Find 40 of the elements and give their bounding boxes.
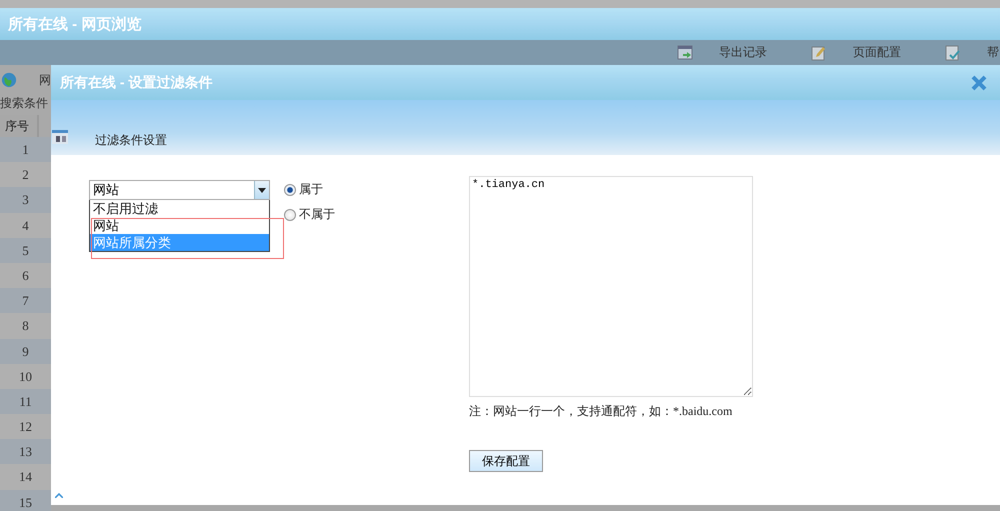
radio-label[interactable]: 不属于 bbox=[299, 206, 335, 223]
sites-textarea[interactable]: *.tianya.cn bbox=[469, 176, 753, 397]
dropdown-option[interactable]: 不启用过滤 bbox=[90, 200, 269, 217]
save-button[interactable]: 保存配置 bbox=[469, 450, 543, 472]
row-number: 14 bbox=[0, 464, 51, 490]
check-note-icon[interactable] bbox=[945, 44, 961, 60]
export-icon[interactable] bbox=[677, 44, 693, 60]
row-number: 12 bbox=[0, 414, 51, 440]
toolbar-button[interactable]: 导出记录 bbox=[719, 44, 767, 61]
row-number: 5 bbox=[0, 238, 51, 263]
toolbar-button[interactable]: 页面配置 bbox=[853, 44, 901, 61]
row-number: 1 bbox=[0, 137, 51, 162]
row-number: 6 bbox=[0, 262, 51, 288]
row-number: 4 bbox=[0, 212, 51, 238]
row-number: 10 bbox=[0, 364, 51, 389]
row-number: 13 bbox=[0, 439, 51, 464]
row-number: 3 bbox=[0, 187, 51, 213]
window-icon bbox=[52, 130, 68, 144]
filter-dropdown[interactable]: 网站 bbox=[89, 180, 270, 200]
dropdown-option[interactable]: 网站 bbox=[90, 217, 269, 234]
window-title: 所有在线 - 网页浏览 bbox=[8, 14, 142, 34]
radio-button[interactable] bbox=[284, 184, 296, 196]
tab-label[interactable]: 网 bbox=[39, 72, 51, 88]
pencil-note-icon[interactable] bbox=[811, 44, 827, 60]
section-title: 过滤条件设置 bbox=[95, 132, 167, 149]
note-text: 注：网站一行一个，支持通配符，如：*.baidu.com bbox=[469, 403, 734, 420]
dialog-title: 所有在线 - 设置过滤条件 bbox=[60, 74, 212, 92]
toolbar-button[interactable]: 帮 bbox=[987, 44, 999, 61]
caret-icon[interactable] bbox=[55, 493, 63, 498]
radio-button[interactable] bbox=[284, 208, 296, 220]
row-number: 15 bbox=[0, 490, 51, 511]
row-number: 9 bbox=[0, 338, 51, 364]
row-number: 7 bbox=[0, 288, 51, 314]
radio-label[interactable]: 属于 bbox=[299, 181, 323, 198]
row-number: 8 bbox=[0, 313, 51, 338]
search-label: 搜索条件 bbox=[0, 95, 48, 112]
globe-icon bbox=[1, 71, 17, 89]
row-number: 11 bbox=[0, 388, 51, 414]
close-icon[interactable] bbox=[971, 74, 987, 90]
row-number: 2 bbox=[0, 162, 51, 188]
